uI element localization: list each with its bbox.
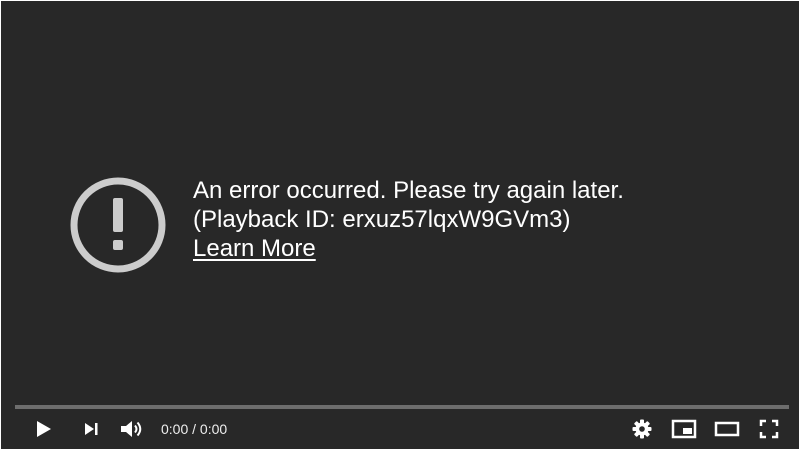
next-icon: [85, 423, 98, 435]
play-icon: [37, 421, 51, 437]
time-display: 0:00 / 0:00: [161, 409, 227, 449]
error-message: An error occurred. Please try again late…: [193, 177, 624, 204]
theater-mode-icon: [714, 421, 740, 437]
error-overlay: An error occurred. Please try again late…: [69, 174, 624, 274]
exclamation-circle-icon: [70, 177, 166, 273]
miniplayer-button[interactable]: [669, 409, 699, 449]
control-bar: 0:00 / 0:00: [1, 409, 799, 449]
fullscreen-icon: [759, 419, 779, 439]
miniplayer-icon: [671, 419, 697, 439]
play-button[interactable]: [29, 409, 57, 449]
current-time: 0:00: [161, 421, 189, 437]
time-separator: /: [188, 421, 200, 437]
volume-button[interactable]: [118, 409, 146, 449]
duration: 0:00: [199, 421, 228, 437]
settings-icon: [632, 419, 652, 439]
volume-icon: [121, 421, 142, 437]
fullscreen-button[interactable]: [756, 409, 782, 449]
error-message-container: An error occurred. Please try again late…: [193, 176, 624, 263]
next-button[interactable]: [78, 409, 104, 449]
learn-more-link[interactable]: Learn More: [193, 235, 316, 262]
playback-id: (Playback ID: erxuz57lqxW9GVm3): [193, 206, 571, 233]
video-player[interactable]: An error occurred. Please try again late…: [1, 1, 799, 449]
theater-mode-button[interactable]: [712, 409, 742, 449]
settings-button[interactable]: [629, 409, 655, 449]
